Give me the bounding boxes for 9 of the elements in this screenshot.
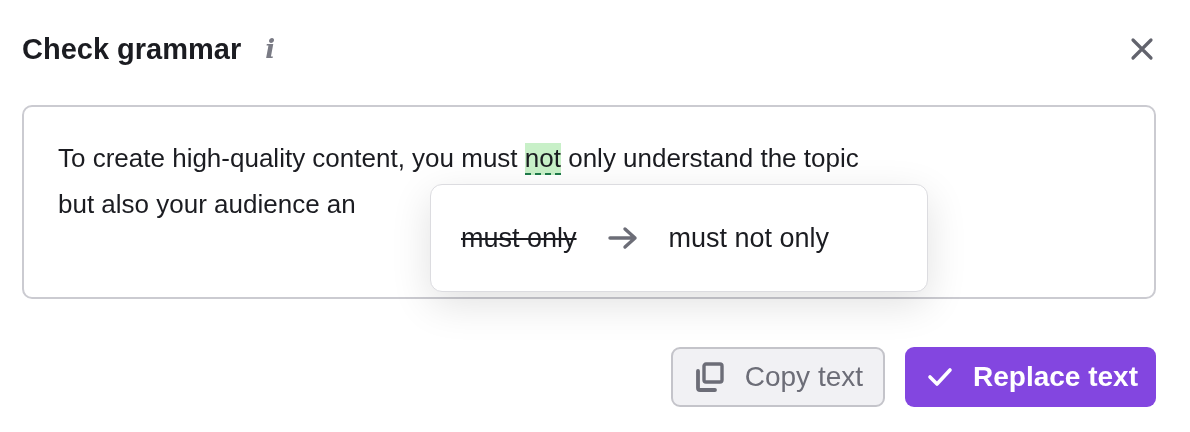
original-phrase: must only	[461, 222, 577, 254]
info-icon[interactable]: i	[265, 36, 276, 62]
suggested-phrase[interactable]: must not only	[668, 222, 830, 254]
check-icon	[927, 366, 954, 388]
text-editor[interactable]: To create high-quality content, you must not only understand the topic but also your audience an must only must not only	[22, 105, 1156, 299]
replace-button[interactable]: Replace text	[905, 347, 1156, 407]
copy-button[interactable]: Copy text	[670, 347, 886, 407]
arrow-icon	[606, 226, 639, 250]
dialog-title: Check grammar	[22, 32, 242, 66]
